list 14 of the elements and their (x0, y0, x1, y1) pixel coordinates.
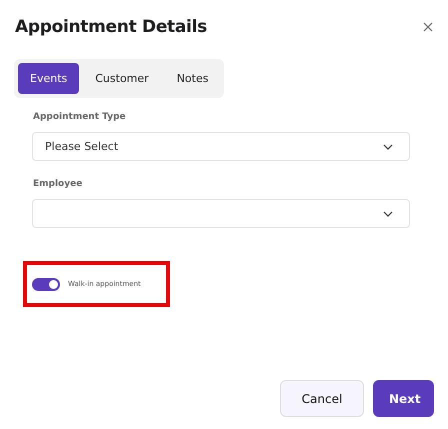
field-label: Appointment Type (33, 112, 127, 122)
field-label: Employee (33, 179, 84, 189)
dialog-title: Appointment Details (15, 17, 207, 37)
toggle-switch[interactable] (32, 278, 60, 290)
dropdown-field[interactable]: Please Select (32, 132, 410, 161)
next-button[interactable]: Next (373, 380, 434, 417)
chevron-down-icon (383, 210, 393, 216)
cancel-button[interactable]: Cancel (280, 380, 364, 417)
tab[interactable]: Events (18, 63, 80, 94)
chevron-down-icon (383, 144, 393, 150)
dropdown-field[interactable] (32, 199, 410, 228)
tab[interactable]: Customer (83, 63, 161, 94)
tab[interactable]: Notes (164, 63, 220, 94)
close-icon[interactable] (423, 22, 433, 32)
